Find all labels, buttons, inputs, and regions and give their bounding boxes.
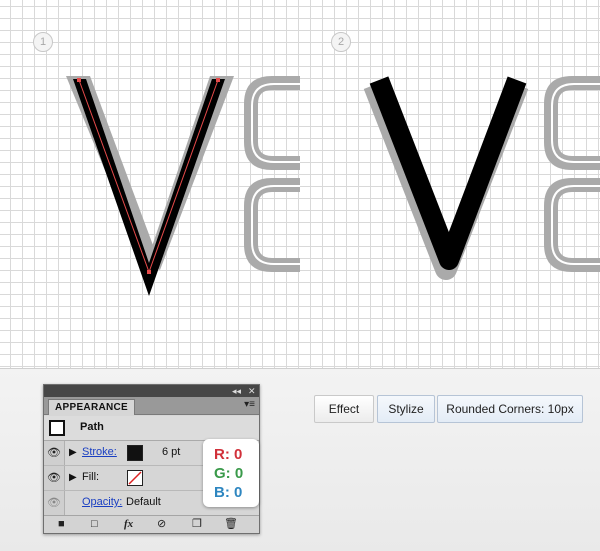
add-stroke-icon[interactable]: □ (91, 518, 98, 530)
path-label: Path (80, 421, 104, 433)
panel-tab-bar: APPEARANCE ▾≡ (44, 397, 259, 415)
opacity-visibility-toggle[interactable]: 👁 (44, 491, 65, 515)
stroke-visibility-toggle[interactable]: 👁 (44, 441, 65, 465)
new-art-icon[interactable]: ■ (58, 518, 65, 530)
add-effect-icon[interactable]: fx (124, 518, 133, 530)
panel-titlebar[interactable]: ◂◂ ✕ (44, 385, 259, 397)
path-row[interactable]: Path (44, 416, 259, 441)
opacity-value: Default (126, 496, 161, 508)
crumb-stylize[interactable]: Stylize (377, 395, 435, 423)
rgb-red-value: R: 0 (214, 446, 243, 463)
eye-icon: 👁 (47, 472, 61, 484)
collapse-panel-icon[interactable]: ◂◂ (232, 385, 241, 397)
stroke-label[interactable]: Stroke: (82, 446, 117, 458)
crumb-rounded-corners[interactable]: Rounded Corners: 10px (437, 395, 583, 423)
stroke-color-swatch[interactable] (127, 445, 143, 461)
close-panel-icon[interactable]: ✕ (248, 385, 256, 397)
fill-label[interactable]: Fill: (82, 471, 99, 483)
eye-icon: 👁 (47, 447, 61, 459)
rgb-blue-value: B: 0 (214, 484, 243, 501)
anchor-point-left[interactable] (77, 78, 81, 82)
tab-appearance[interactable]: APPEARANCE (48, 399, 136, 415)
opacity-label[interactable]: Opacity: (82, 496, 122, 508)
rgb-green-value: G: 0 (214, 465, 244, 482)
expand-stroke-icon[interactable]: ▶ (69, 447, 77, 458)
v-stroke-shape-1[interactable] (73, 79, 225, 296)
expand-fill-icon[interactable]: ▶ (69, 472, 77, 483)
artwork (66, 76, 600, 296)
duplicate-item-icon[interactable]: ❐ (192, 518, 202, 530)
eye-icon: 👁 (47, 497, 61, 509)
panel-menu-icon[interactable]: ▾≡ (244, 399, 255, 410)
crumb-effect[interactable]: Effect (314, 395, 374, 423)
delete-item-icon[interactable]: 🗑 (224, 518, 238, 530)
stroke-weight[interactable]: 6 pt (162, 446, 180, 458)
fill-visibility-toggle[interactable]: 👁 (44, 466, 65, 490)
fill-none-swatch[interactable] (127, 470, 143, 486)
anchor-point-bottom[interactable] (147, 270, 151, 274)
clear-appearance-icon[interactable]: ⊘ (157, 518, 166, 530)
anchor-point-right[interactable] (216, 78, 220, 82)
path-thumbnail-icon (49, 420, 65, 436)
panel-footer: ■ □ fx ⊘ ❐ 🗑 (44, 515, 259, 533)
rgb-values-card: R: 0 G: 0 B: 0 (203, 439, 259, 507)
